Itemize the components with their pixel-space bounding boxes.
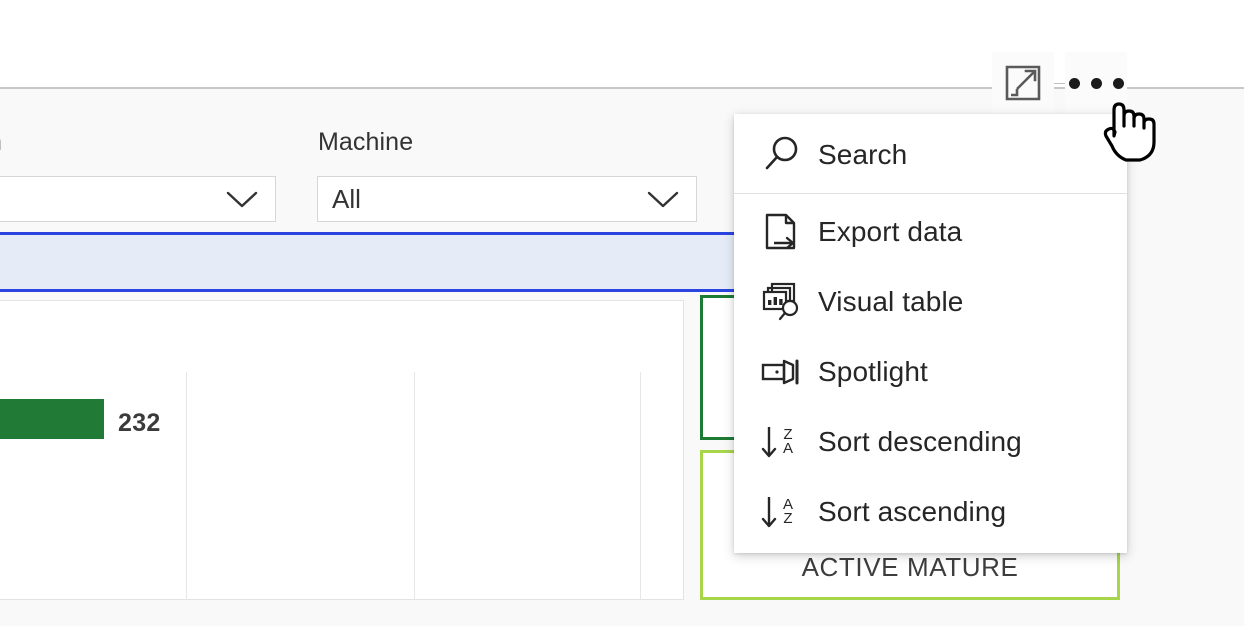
- chart-gridline: [640, 372, 641, 600]
- visual-header-toolbar: [992, 52, 1127, 114]
- context-menu-item-search[interactable]: Search: [734, 120, 1127, 190]
- chart-gridline: [186, 372, 187, 600]
- expand-focus-icon: [1001, 61, 1045, 105]
- report-canvas: 232 ACTIVE MATURE n Machine All: [0, 0, 1244, 626]
- focus-mode-button[interactable]: [992, 52, 1054, 114]
- context-menu-item-visual-table[interactable]: Visual table: [734, 267, 1127, 337]
- more-options-ellipsis-icon: [1068, 77, 1124, 89]
- chart-bar[interactable]: [0, 399, 104, 439]
- sort-letter-bottom: A: [783, 440, 794, 457]
- sort-letter-bottom: Z: [783, 510, 793, 527]
- slicer-machine-value: All: [332, 183, 361, 214]
- context-menu-item-label: Sort descending: [818, 426, 1022, 457]
- chart-bar-value-label: 232: [118, 409, 161, 437]
- context-menu-item-label: Export data: [818, 216, 963, 247]
- kpi-card-active-mature-label: ACTIVE MATURE: [801, 552, 1019, 582]
- slicer-truncated-label: n: [0, 128, 2, 157]
- bar-chart-panel[interactable]: [0, 300, 684, 600]
- sort-ascending-icon: A Z: [752, 493, 818, 531]
- toolbar-separator: [1054, 82, 1065, 84]
- sort-descending-icon: Z A: [752, 423, 818, 461]
- context-menu-item-sort-descending[interactable]: Z A Sort descending: [734, 407, 1127, 477]
- search-icon: [752, 133, 818, 177]
- context-menu-item-export-data[interactable]: Export data: [734, 197, 1127, 267]
- export-data-icon: [752, 210, 818, 254]
- context-menu-item-sort-ascending[interactable]: A Z Sort ascending: [734, 477, 1127, 547]
- chevron-down-icon: [640, 189, 696, 209]
- chart-gridline: [414, 372, 415, 600]
- spotlight-icon: [752, 350, 818, 394]
- slicer-machine-label: Machine: [318, 128, 414, 156]
- context-menu-item-label: Sort ascending: [818, 496, 1007, 527]
- context-menu-item-label: Search: [818, 139, 908, 170]
- visual-context-menu[interactable]: Search Export data Visual table Spotligh…: [734, 114, 1127, 553]
- more-options-button[interactable]: [1065, 52, 1127, 114]
- slicer-truncated-dropdown[interactable]: [0, 176, 276, 222]
- context-menu-item-label: Visual table: [818, 286, 964, 317]
- selected-row-highlight[interactable]: [0, 232, 746, 292]
- slicer-machine-dropdown[interactable]: All: [317, 176, 697, 222]
- chevron-down-icon: [219, 189, 275, 209]
- context-menu-item-label: Spotlight: [818, 356, 928, 387]
- visual-table-icon: [752, 280, 818, 324]
- context-menu-item-spotlight[interactable]: Spotlight: [734, 337, 1127, 407]
- context-menu-separator: [734, 193, 1127, 194]
